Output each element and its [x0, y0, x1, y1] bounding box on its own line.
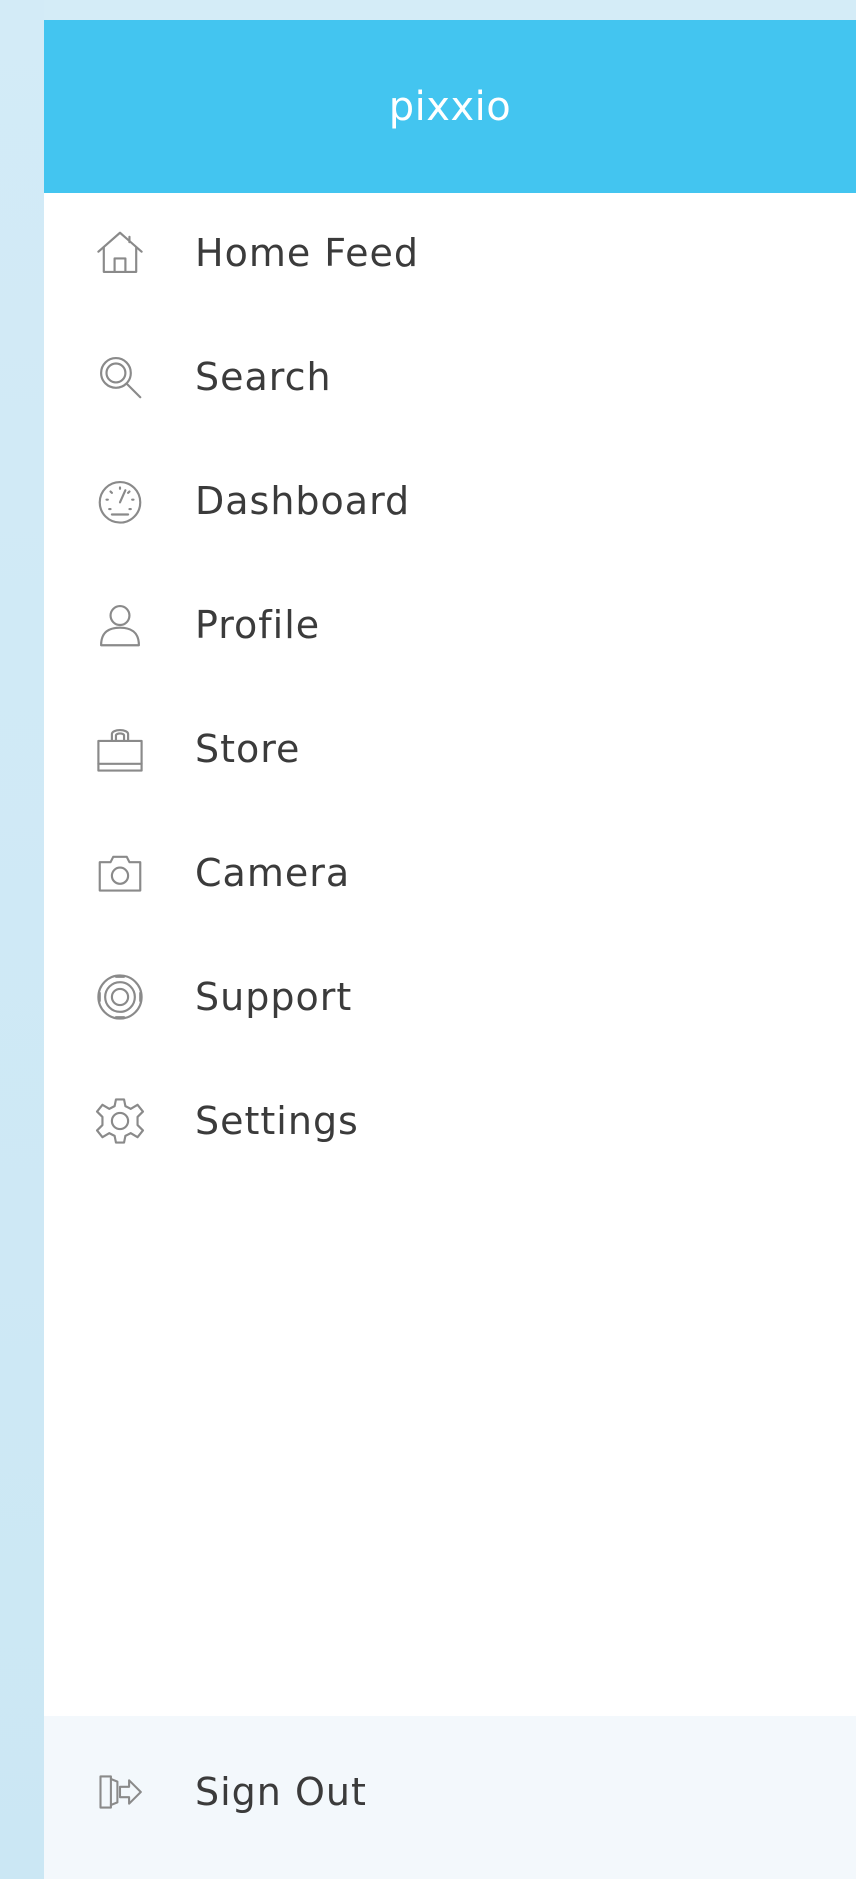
menu-item-label: Home Feed [195, 231, 419, 275]
menu-item-home-feed[interactable]: Home Feed [44, 193, 856, 313]
drawer-footer: Sign Out [44, 1716, 856, 1879]
search-icon [90, 347, 150, 407]
backdrop [0, 0, 856, 20]
dashboard-gauge-icon [90, 471, 150, 531]
menu-item-profile[interactable]: Profile [44, 565, 856, 685]
menu-item-label: Store [195, 727, 301, 771]
user-icon [90, 595, 150, 655]
menu-item-label: Search [195, 355, 332, 399]
menu-item-label: Support [195, 975, 353, 1019]
sign-out-button[interactable]: Sign Out [44, 1732, 856, 1852]
menu-item-label: Dashboard [195, 479, 411, 523]
camera-icon [90, 843, 150, 903]
menu-item-settings[interactable]: Settings [44, 1061, 856, 1181]
home-icon [90, 223, 150, 283]
menu-item-camera[interactable]: Camera [44, 813, 856, 933]
drawer-header: pixxio [44, 20, 856, 193]
shopping-bag-icon [90, 719, 150, 779]
sign-out-label: Sign Out [195, 1770, 367, 1814]
menu-item-store[interactable]: Store [44, 689, 856, 809]
menu-item-label: Settings [195, 1099, 359, 1143]
lifebuoy-icon [90, 967, 150, 1027]
menu-item-label: Profile [195, 603, 321, 647]
menu-item-label: Camera [195, 851, 351, 895]
backdrop-edge [0, 0, 44, 1879]
brand-logo: pixxio [388, 83, 512, 130]
menu-item-dashboard[interactable]: Dashboard [44, 441, 856, 561]
sign-out-icon [90, 1762, 150, 1822]
menu-item-search[interactable]: Search [44, 317, 856, 437]
menu-item-support[interactable]: Support [44, 937, 856, 1057]
gear-icon [90, 1091, 150, 1151]
navigation-drawer: pixxio Home Feed Search Dashboard Profil… [44, 20, 856, 1879]
